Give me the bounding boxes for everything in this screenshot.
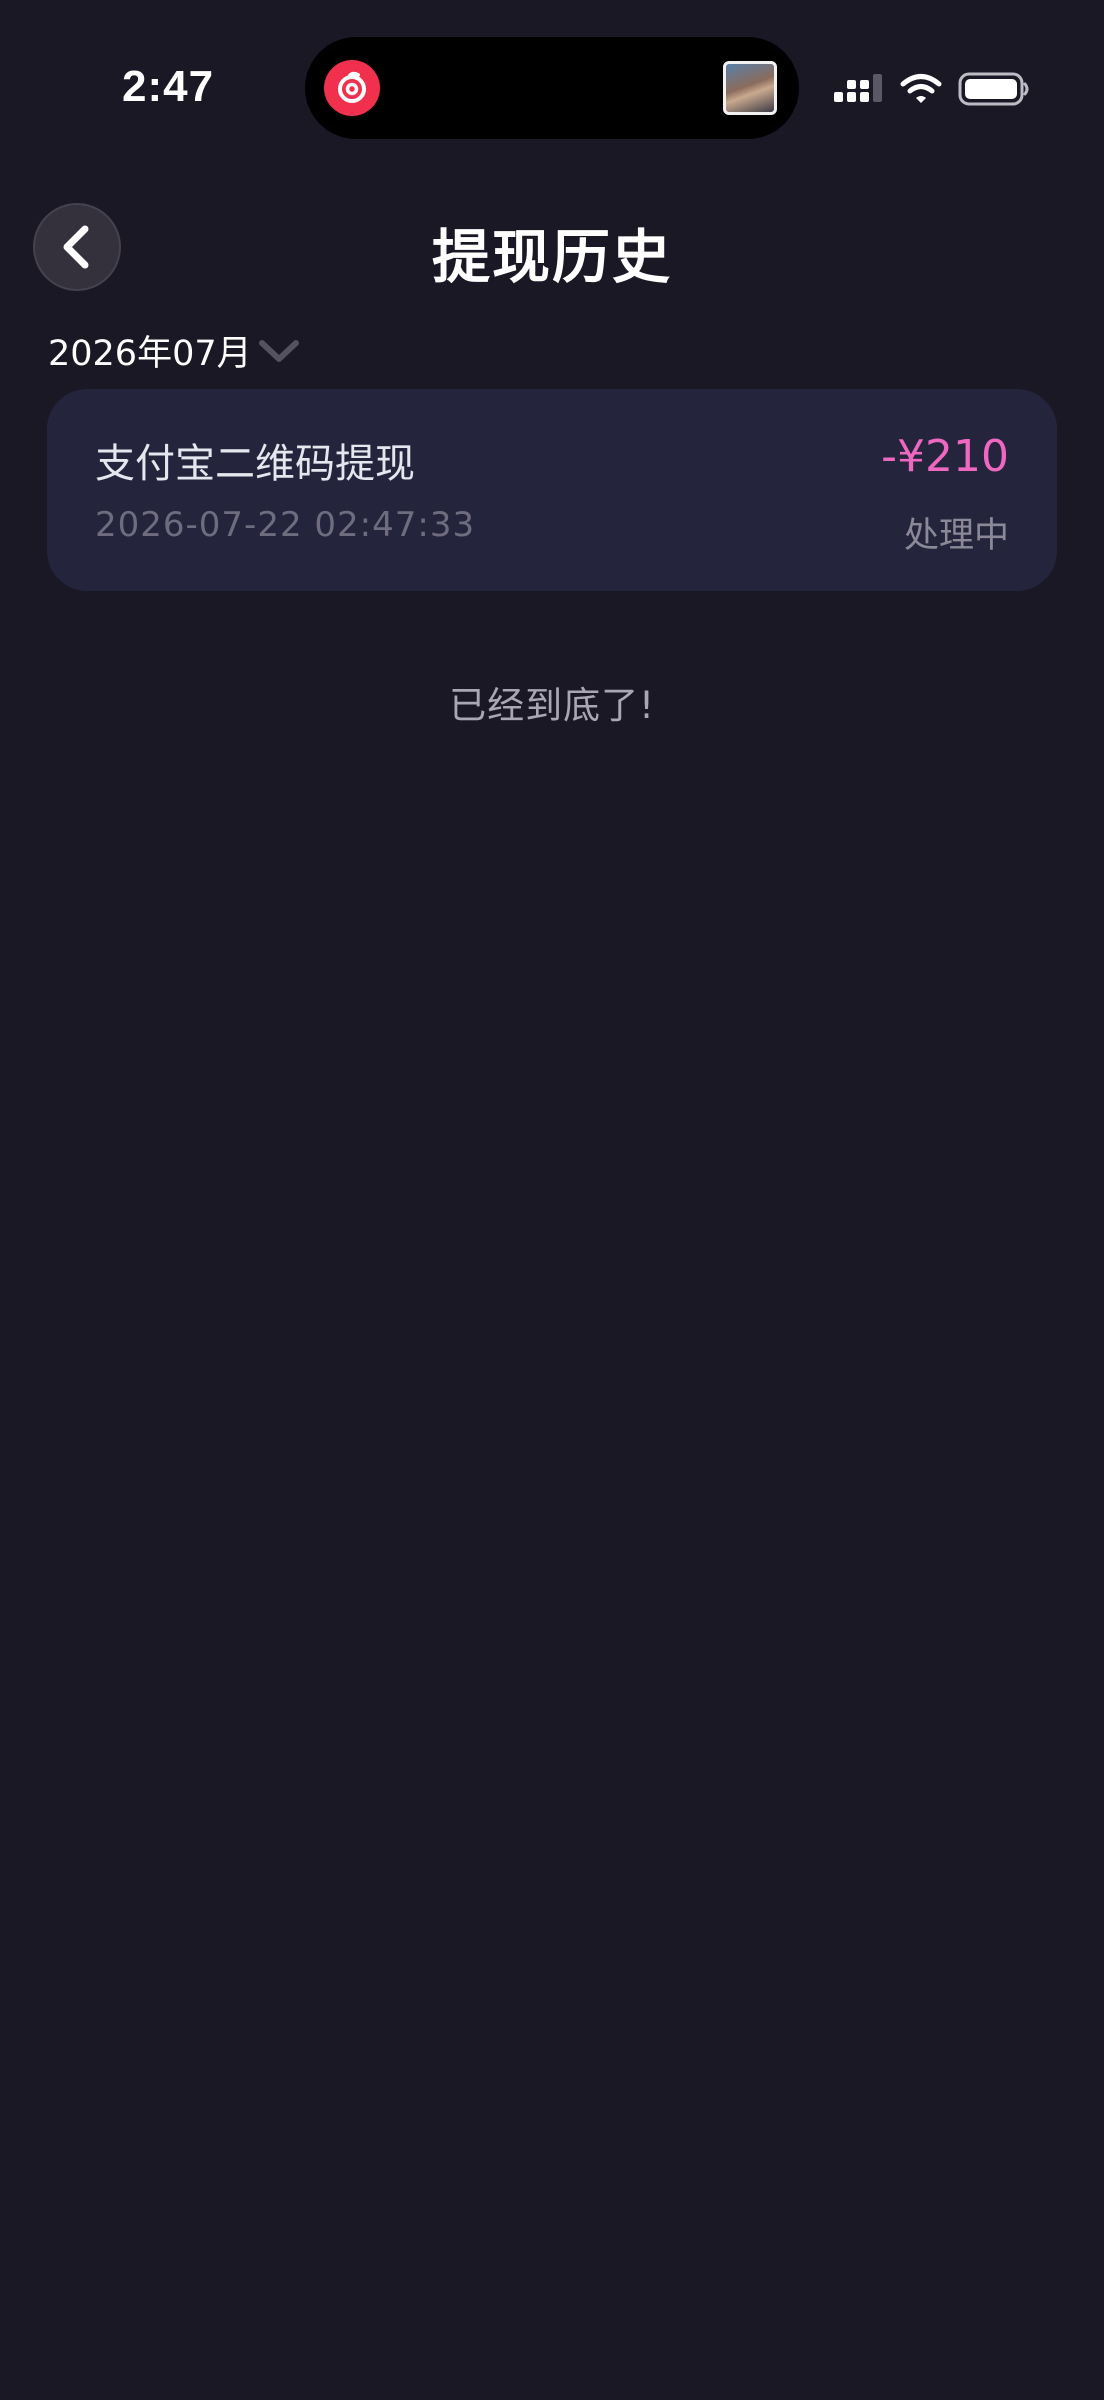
dynamic-island[interactable] xyxy=(305,37,799,139)
page-title: 提现历史 xyxy=(431,223,672,291)
now-playing-thumbnail xyxy=(723,61,777,115)
status-icons xyxy=(832,68,1030,110)
month-selector[interactable]: 2026年07月 xyxy=(48,322,302,378)
withdrawal-record-card[interactable]: 支付宝二维码提现 2026-07-22 02:47:33 -¥210 处理中 xyxy=(47,389,1057,591)
netease-music-icon xyxy=(324,60,380,116)
month-label: 2026年07月 xyxy=(48,333,252,374)
battery-icon xyxy=(958,72,1029,106)
status-time: 2:47 xyxy=(122,62,215,111)
signal-icon xyxy=(834,74,882,102)
wifi-icon xyxy=(900,74,942,103)
end-of-list-text: 已经到底了! xyxy=(449,684,655,727)
withdrawal-history-screen: 2:47 提现历史 2026年07月 支付宝二维码提现 2026-07-22 0… xyxy=(0,0,1104,2400)
record-amount: -¥210 xyxy=(881,431,1009,482)
record-status: 处理中 xyxy=(903,516,1009,556)
record-timestamp: 2026-07-22 02:47:33 xyxy=(95,505,476,545)
record-method: 支付宝二维码提现 xyxy=(95,441,415,487)
chevron-down-icon xyxy=(258,340,299,362)
